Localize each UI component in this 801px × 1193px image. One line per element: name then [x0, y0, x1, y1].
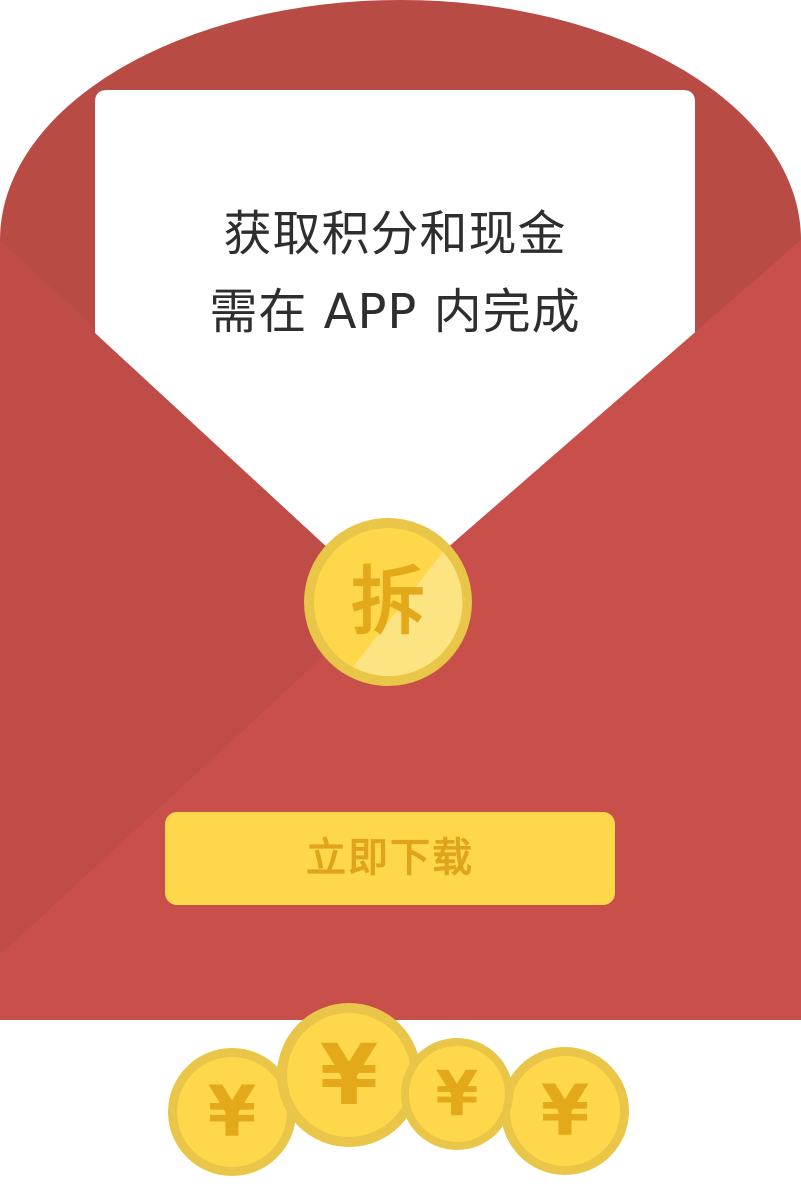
- letter-line-2: 需在 APP 内完成: [209, 284, 581, 340]
- yuan-coin-icon: ¥: [500, 1046, 630, 1176]
- open-envelope-seal-button[interactable]: 拆: [303, 517, 473, 687]
- download-button-label: 立即下载: [306, 835, 474, 881]
- red-envelope-page: 获取积分和现金 需在 APP 内完成 拆 立即下载 ¥ ¥ ¥ ¥: [0, 0, 801, 1193]
- coin-symbol: ¥: [435, 1057, 479, 1130]
- letter-line-1: 获取积分和现金: [223, 206, 567, 262]
- letter-message: 获取积分和现金 需在 APP 内完成: [95, 195, 695, 351]
- download-now-button[interactable]: 立即下载: [165, 812, 615, 905]
- yuan-coin-icon: ¥: [400, 1037, 514, 1151]
- seal-label: 拆: [351, 559, 425, 645]
- coin-symbol: ¥: [540, 1070, 590, 1152]
